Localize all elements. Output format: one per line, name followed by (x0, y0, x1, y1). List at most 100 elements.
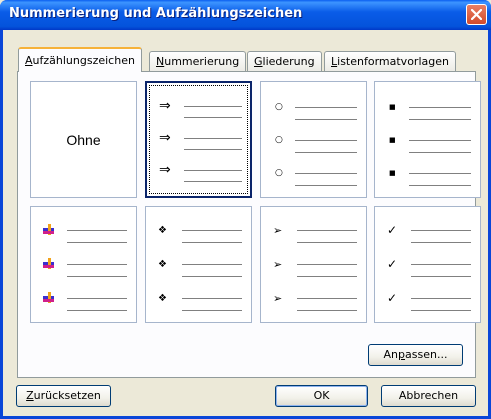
close-icon (471, 9, 482, 20)
text-line (409, 185, 471, 186)
bullets-numbering-dialog: Nummerierung und Aufzählungszeichen Aufz… (0, 0, 491, 419)
text-line (409, 107, 471, 108)
bullet-row: ❖ (146, 291, 251, 305)
text-line (411, 310, 471, 311)
close-button[interactable] (466, 4, 487, 25)
bullet-row: ❖ (146, 223, 251, 237)
text-line (295, 119, 357, 120)
text-line (67, 264, 127, 265)
text-line (182, 276, 242, 277)
bullet-row: ■ (375, 133, 480, 147)
bullet-row: ○ (261, 100, 366, 114)
text-line (297, 276, 357, 277)
bullet-row: ○ (261, 133, 366, 147)
bullet-style-none[interactable]: Ohne (30, 81, 137, 198)
text-line (184, 149, 242, 150)
arrowhead-bullet-icon: ➢ (273, 291, 283, 305)
customize-label: Anpassen... (383, 348, 448, 361)
bullet-style-square[interactable]: ■ ■ ■ (374, 81, 481, 198)
square-bullet-icon: ■ (389, 169, 396, 177)
double-arrow-bullet-icon: ⇒ (159, 162, 171, 178)
text-line (409, 140, 471, 141)
reset-label: Zurücksetzen (26, 389, 101, 402)
checkmark-bullet-icon: ✓ (387, 223, 398, 237)
text-line (295, 107, 357, 108)
reset-button[interactable]: Zurücksetzen (16, 385, 111, 407)
picture-bullet-icon (43, 223, 65, 237)
text-line (182, 298, 242, 299)
bullet-row: ✓ (375, 257, 480, 271)
bullet-row: ➢ (261, 223, 366, 237)
text-line (411, 298, 471, 299)
bullet-style-checkmark[interactable]: ✓ ✓ ✓ (374, 206, 481, 323)
arrowhead-bullet-icon: ➢ (273, 257, 283, 271)
text-line (182, 230, 242, 231)
tab-outline[interactable]: Gliederung (247, 51, 322, 71)
checkmark-bullet-icon: ✓ (387, 257, 398, 271)
text-line (297, 310, 357, 311)
hollow-circle-bullet-icon: ○ (275, 102, 283, 112)
tab-numbering[interactable]: Nummerierung (149, 51, 247, 71)
text-line (297, 298, 357, 299)
picture-bullet-icon (43, 257, 65, 271)
four-diamond-bullet-icon: ❖ (158, 224, 167, 236)
bullet-row: ✓ (375, 223, 480, 237)
four-diamond-bullet-icon: ❖ (158, 258, 167, 270)
bullet-row: ■ (375, 100, 480, 114)
bullet-style-arrow[interactable]: ⇒ ⇒ ⇒ (145, 81, 252, 198)
tab-list-styles[interactable]: Listenformatvorlagen (324, 51, 456, 71)
four-diamond-bullet-icon: ❖ (158, 292, 167, 304)
text-line (67, 242, 127, 243)
none-label: Ohne (66, 132, 101, 148)
square-bullet-icon: ■ (389, 103, 396, 111)
bullet-row: ⇒ (147, 130, 250, 146)
text-line (297, 242, 357, 243)
text-line (295, 152, 357, 153)
bullet-style-diamond-dots[interactable]: ❖ ❖ ❖ (145, 206, 252, 323)
bullet-style-arrowhead[interactable]: ➢ ➢ ➢ (260, 206, 367, 323)
text-line (184, 170, 242, 171)
bullets-tab-panel: Ohne ⇒ ⇒ ⇒ ○ ○ ○ ■ ■ ■ ❖ ❖ ❖ ➢ ➢ ➢ ✓ ✓ ✓… (17, 71, 481, 378)
hollow-circle-bullet-icon: ○ (275, 135, 283, 145)
arrowhead-bullet-icon: ➢ (273, 223, 283, 237)
text-line (295, 185, 357, 186)
text-line (295, 173, 357, 174)
bullet-row: ⇒ (147, 162, 250, 178)
text-line (411, 242, 471, 243)
bullet-row: ➢ (261, 257, 366, 271)
text-line (67, 276, 127, 277)
bullet-style-picture[interactable] (30, 206, 137, 323)
text-line (67, 230, 127, 231)
bullet-row: ■ (375, 166, 480, 180)
bullet-row (31, 291, 136, 305)
text-line (411, 276, 471, 277)
title-bar[interactable]: Nummerierung und Aufzählungszeichen (0, 0, 491, 30)
bullet-style-circle[interactable]: ○ ○ ○ (260, 81, 367, 198)
text-line (409, 152, 471, 153)
bullet-row: ○ (261, 166, 366, 180)
bullet-row: ❖ (146, 257, 251, 271)
bullet-row (31, 223, 136, 237)
tab-label: Gliederung (254, 55, 315, 68)
bullet-row: ⇒ (147, 98, 250, 114)
text-line (182, 310, 242, 311)
cancel-button[interactable]: Abbrechen (381, 385, 476, 407)
tab-label: Listenformatvorlagen (331, 55, 449, 68)
text-line (184, 138, 242, 139)
text-line (184, 181, 242, 182)
dialog-title: Nummerierung und Aufzählungszeichen (9, 6, 303, 21)
customize-button[interactable]: Anpassen... (368, 344, 463, 366)
ok-button[interactable]: OK (275, 385, 368, 407)
checkmark-bullet-icon: ✓ (387, 291, 398, 305)
text-line (184, 106, 242, 107)
tab-bullets[interactable]: Aufzählungszeichen (18, 47, 142, 72)
bullet-row (31, 257, 136, 271)
text-line (67, 310, 127, 311)
bullet-row: ➢ (261, 291, 366, 305)
text-line (409, 119, 471, 120)
double-arrow-bullet-icon: ⇒ (159, 98, 171, 114)
square-bullet-icon: ■ (389, 136, 396, 144)
text-line (411, 264, 471, 265)
text-line (297, 230, 357, 231)
hollow-circle-bullet-icon: ○ (275, 168, 283, 178)
